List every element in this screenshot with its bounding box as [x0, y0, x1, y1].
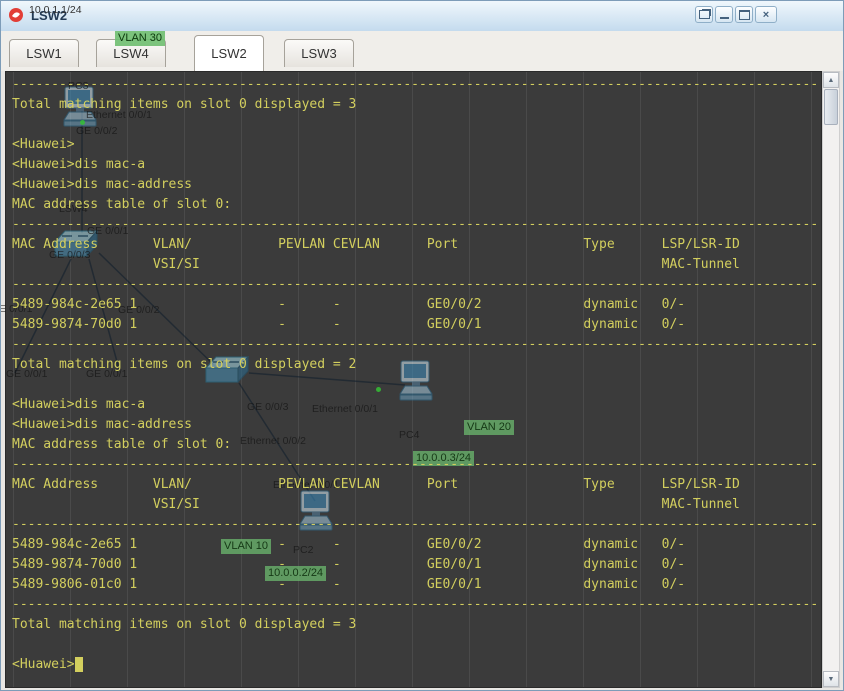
- maximize-icon: [738, 9, 750, 20]
- scrollbar[interactable]: ▲ ▼: [822, 71, 840, 688]
- maximize-button[interactable]: [735, 6, 753, 23]
- tab-lsw4[interactable]: LSW4: [96, 39, 166, 67]
- close-button[interactable]: ×: [755, 6, 777, 23]
- popout-button[interactable]: [695, 6, 713, 23]
- tab-lsw3[interactable]: LSW3: [284, 39, 354, 67]
- app-window: LSW2 × LSW1 LSW4 LSW2 LSW3 10.0.1.1/24 V…: [0, 0, 844, 691]
- popout-icon: [698, 10, 710, 19]
- tab-bar: LSW1 LSW4 LSW2 LSW3: [1, 31, 843, 71]
- titlebar[interactable]: LSW2 ×: [1, 1, 843, 32]
- tab-lsw2[interactable]: LSW2: [194, 35, 264, 71]
- terminal-cursor: [75, 657, 83, 672]
- minimize-icon: [719, 17, 729, 19]
- app-icon: [8, 7, 24, 23]
- scrollbar-thumb[interactable]: [824, 89, 838, 125]
- window-controls: ×: [695, 6, 777, 23]
- minimize-button[interactable]: [715, 6, 733, 23]
- scroll-up-button[interactable]: ▲: [823, 72, 839, 88]
- scroll-down-button[interactable]: ▼: [823, 671, 839, 687]
- terminal-text[interactable]: ----------------------------------------…: [5, 71, 822, 688]
- window-title: LSW2: [31, 8, 68, 23]
- tab-lsw1[interactable]: LSW1: [9, 39, 79, 67]
